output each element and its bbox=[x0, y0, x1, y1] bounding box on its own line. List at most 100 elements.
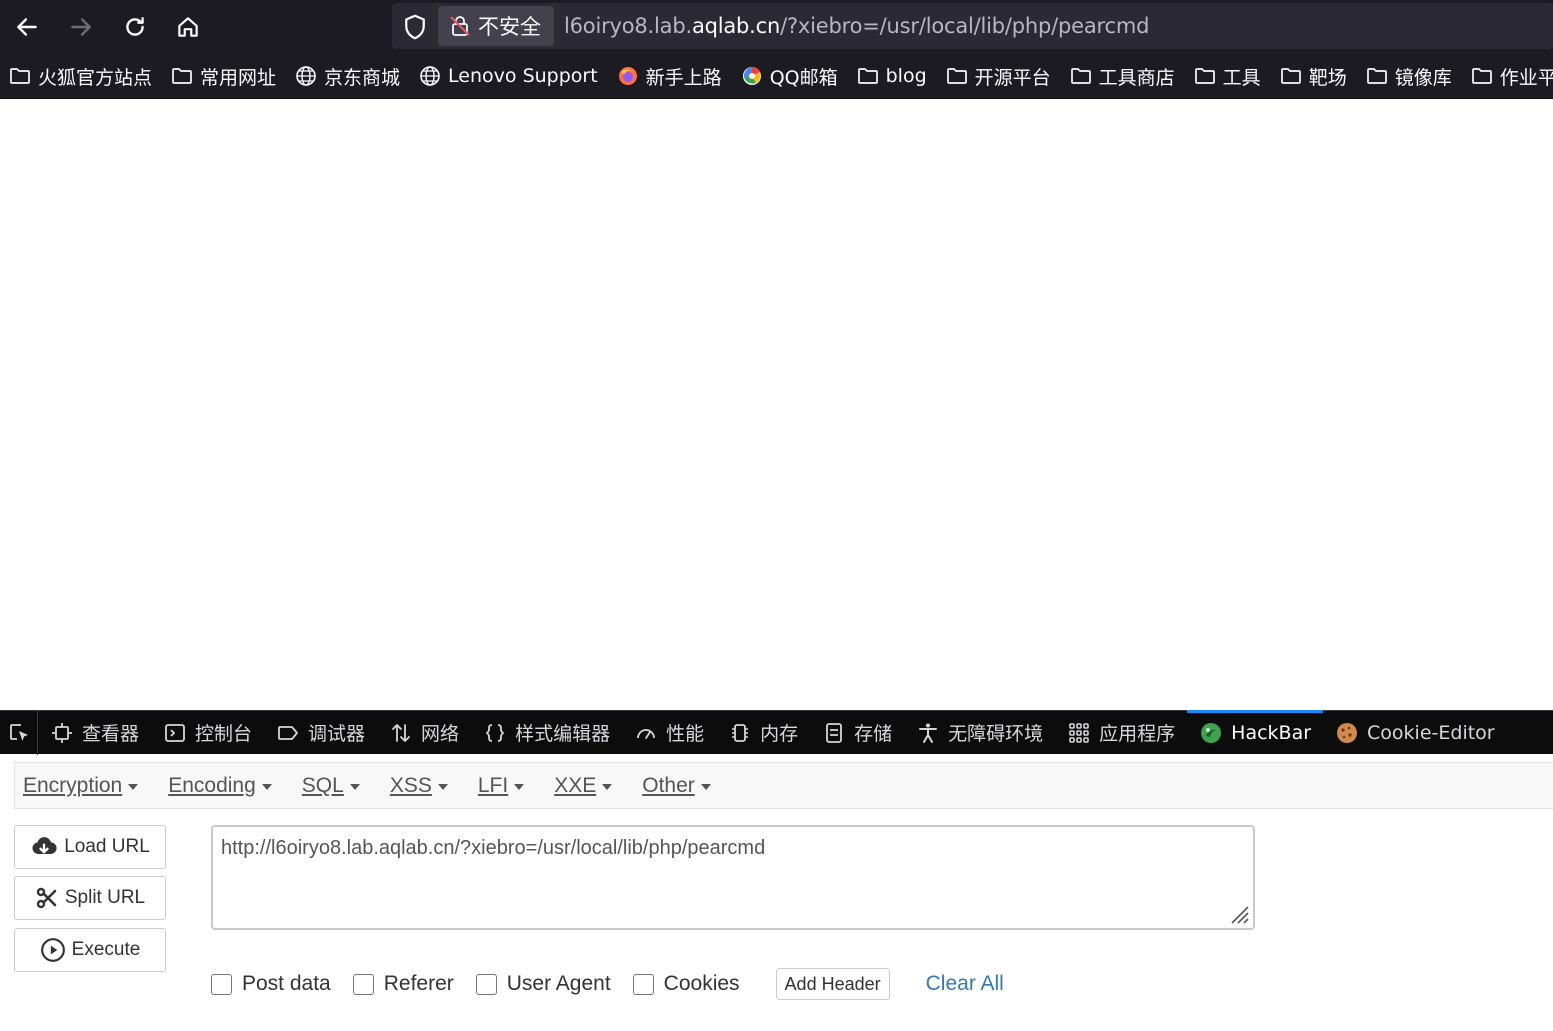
hackbar-menu-lfi[interactable]: LFI bbox=[477, 773, 525, 798]
url-suffix: /?xiebro=/usr/local/lib/php/pearcmd bbox=[780, 14, 1150, 38]
hackbar-menu-label: XXE bbox=[554, 773, 597, 797]
broken-lock-icon bbox=[450, 16, 470, 36]
folder-icon bbox=[1366, 68, 1387, 84]
devtools-tab-style-editor[interactable]: 样式编辑器 bbox=[471, 711, 622, 755]
bookmark-label: 常用网址 bbox=[200, 66, 277, 89]
split-url-button[interactable]: Split URL bbox=[14, 876, 166, 920]
caret-down-icon bbox=[700, 783, 711, 790]
devtools-tab-label: 存储 bbox=[854, 723, 893, 745]
clear-all-link[interactable]: Clear All bbox=[926, 972, 1004, 996]
devtools-tab-console[interactable]: 控制台 bbox=[151, 711, 264, 755]
url-text[interactable]: l6oiryo8.lab.aqlab.cn/?xiebro=/usr/local… bbox=[564, 3, 1149, 49]
hackbar-menu-xxe[interactable]: XXE bbox=[554, 773, 613, 798]
bookmark-item[interactable]: 镜像库 bbox=[1365, 63, 1452, 90]
bookmark-item[interactable]: Lenovo Support bbox=[418, 64, 598, 88]
option-referer[interactable]: Referer bbox=[352, 972, 454, 996]
bookmark-item[interactable]: 京东商城 bbox=[294, 63, 400, 90]
add-header-button[interactable]: Add Header bbox=[775, 968, 890, 1000]
forward-arrow-icon bbox=[71, 18, 91, 36]
debugger-icon bbox=[278, 725, 298, 740]
qq-mail-icon bbox=[742, 67, 761, 85]
devtools-tab-storage[interactable]: 存储 bbox=[810, 711, 904, 755]
network-icon bbox=[392, 723, 410, 742]
devtools-tab-label: 性能 bbox=[666, 723, 705, 745]
bookmark-item[interactable]: 作业平台 bbox=[1470, 63, 1553, 90]
insecure-connection-chip[interactable]: 不安全 bbox=[438, 6, 554, 46]
devtools-tab-accessibility[interactable]: 无障碍环境 bbox=[904, 711, 1055, 755]
hackbar-menu-encoding[interactable]: Encoding bbox=[168, 774, 272, 798]
insecure-label: 不安全 bbox=[478, 15, 541, 39]
bookmark-item[interactable]: 新手上路 bbox=[616, 63, 722, 90]
devtools-tab-application[interactable]: 应用程序 bbox=[1055, 711, 1187, 755]
bookmark-item[interactable]: 工具商店 bbox=[1069, 63, 1175, 90]
folder-icon bbox=[1471, 68, 1492, 84]
devtools-tab-debugger[interactable]: 调试器 bbox=[264, 711, 377, 755]
back-button[interactable] bbox=[8, 8, 46, 46]
bookmark-item[interactable]: 火狐官方站点 bbox=[8, 63, 152, 90]
hackbar-menu-encryption[interactable]: Encryption bbox=[23, 774, 139, 798]
caret-down-icon bbox=[602, 783, 613, 790]
option-cookies[interactable]: Cookies bbox=[632, 972, 740, 996]
bookmark-label: 火狐官方站点 bbox=[38, 66, 153, 89]
bookmark-item[interactable]: 开源平台 bbox=[945, 63, 1051, 90]
checkbox[interactable] bbox=[211, 973, 232, 995]
folder-icon bbox=[10, 68, 30, 84]
bookmark-item[interactable]: 靶场 bbox=[1279, 63, 1347, 90]
performance-icon bbox=[637, 728, 655, 739]
url-bar[interactable]: 不安全 l6oiryo8.lab.aqlab.cn/?xiebro=/usr/l… bbox=[392, 3, 1553, 49]
checkbox[interactable] bbox=[632, 973, 654, 995]
home-button[interactable] bbox=[169, 8, 207, 46]
resize-grip-icon[interactable] bbox=[1228, 903, 1250, 925]
devtools-tab-memory[interactable]: 内存 bbox=[716, 711, 810, 755]
bookmark-label: 靶场 bbox=[1308, 66, 1347, 89]
hackbar-menu-sql[interactable]: SQL bbox=[302, 774, 360, 798]
forward-button[interactable] bbox=[62, 8, 100, 46]
bookmark-item[interactable]: 常用网址 bbox=[170, 63, 276, 90]
devtools-tab-label: 样式编辑器 bbox=[515, 723, 611, 745]
bookmark-item[interactable]: QQ邮箱 bbox=[740, 63, 838, 90]
cookie-icon bbox=[1337, 722, 1358, 743]
home-icon bbox=[178, 17, 198, 37]
hackbar-menu: Encryption Encoding SQL XSS LFI XXE Other bbox=[14, 762, 1553, 809]
devtools-tab-cookie[interactable]: Cookie-Editor bbox=[1323, 711, 1507, 755]
devtools-tab-performance[interactable]: 性能 bbox=[622, 711, 716, 755]
bookmark-item[interactable]: blog bbox=[856, 64, 927, 88]
hackbar-menu-label: LFI bbox=[477, 773, 509, 797]
bookmark-label: 京东商城 bbox=[324, 66, 401, 89]
devtools-tab-label: 无障碍环境 bbox=[948, 723, 1044, 745]
option-post-data[interactable]: Post data bbox=[211, 972, 331, 996]
folder-icon bbox=[1194, 68, 1215, 84]
accessibility-icon bbox=[919, 723, 938, 743]
url-textarea[interactable]: http://l6oiryo8.lab.aqlab.cn/?xiebro=/us… bbox=[211, 825, 1255, 930]
bookmark-label: blog bbox=[885, 65, 927, 87]
caret-down-icon bbox=[437, 783, 448, 790]
shield-icon[interactable] bbox=[400, 12, 430, 42]
hackbar-menu-other[interactable]: Other bbox=[642, 774, 711, 798]
style-editor-icon bbox=[485, 723, 505, 742]
bookmark-label: 作业平台 bbox=[1499, 66, 1553, 89]
load-url-button[interactable]: Load URL bbox=[14, 825, 166, 869]
url-prefix: l6oiryo8.lab. bbox=[564, 14, 692, 38]
execute-button[interactable]: Execute bbox=[14, 928, 166, 972]
option-label: Referer bbox=[383, 972, 454, 995]
checkbox[interactable] bbox=[352, 973, 374, 995]
globe-icon bbox=[296, 66, 316, 86]
bookmark-label: Lenovo Support bbox=[448, 65, 598, 87]
folder-icon bbox=[1070, 68, 1091, 84]
bookmark-item[interactable]: 工具 bbox=[1193, 63, 1261, 90]
hackbar-menu-label: SQL bbox=[301, 773, 344, 797]
devtools-tab-hackbar[interactable]: HackBar bbox=[1187, 709, 1323, 755]
devtools-tab-label: 控制台 bbox=[195, 723, 253, 745]
devtools-tab-strip: 查看器 控制台 调试器 网络 样式编辑器 性能 内存 存储 无障碍环境 应用程序 HackBar Co… bbox=[0, 709, 1553, 755]
element-picker-button[interactable] bbox=[0, 710, 38, 755]
option-user-agent[interactable]: User Agent bbox=[475, 972, 611, 996]
devtools-tab-label: 调试器 bbox=[308, 723, 366, 745]
checkbox[interactable] bbox=[475, 973, 497, 995]
devtools-tab-network[interactable]: 网络 bbox=[377, 711, 471, 755]
reload-button[interactable] bbox=[116, 8, 154, 46]
globe-icon bbox=[420, 66, 440, 86]
hackbar-menu-xss[interactable]: XSS bbox=[390, 774, 448, 798]
load-url-label: Load URL bbox=[64, 836, 150, 857]
bookmark-label: QQ邮箱 bbox=[769, 66, 838, 89]
devtools-tab-inspector[interactable]: 查看器 bbox=[38, 711, 151, 755]
